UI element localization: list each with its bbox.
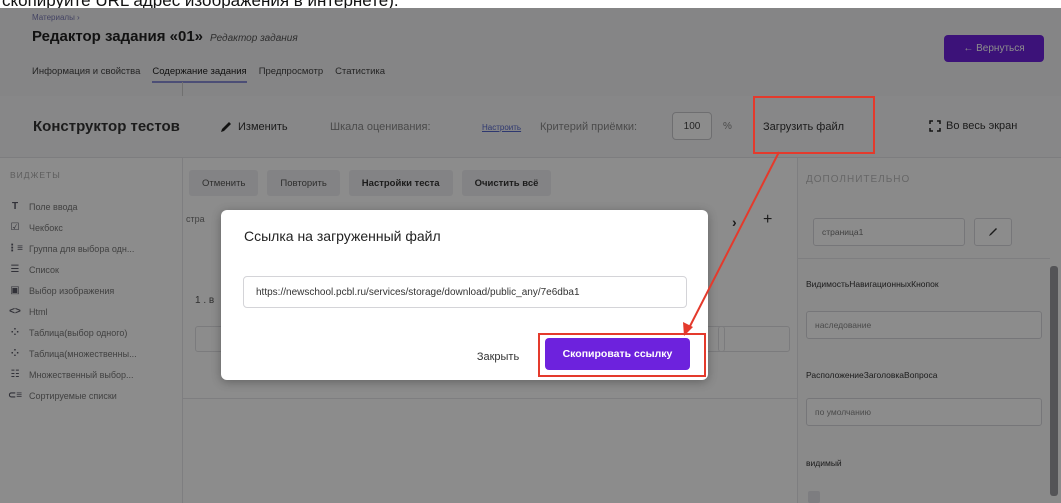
dialog-title: Ссылка на загруженный файл	[244, 228, 441, 244]
file-url-field[interactable]: https://newschool.pcbl.ru/services/stora…	[243, 276, 687, 308]
upload-highlight-box	[753, 96, 875, 154]
copy-highlight-box	[538, 333, 706, 377]
close-button[interactable]: Закрыть	[457, 343, 539, 371]
